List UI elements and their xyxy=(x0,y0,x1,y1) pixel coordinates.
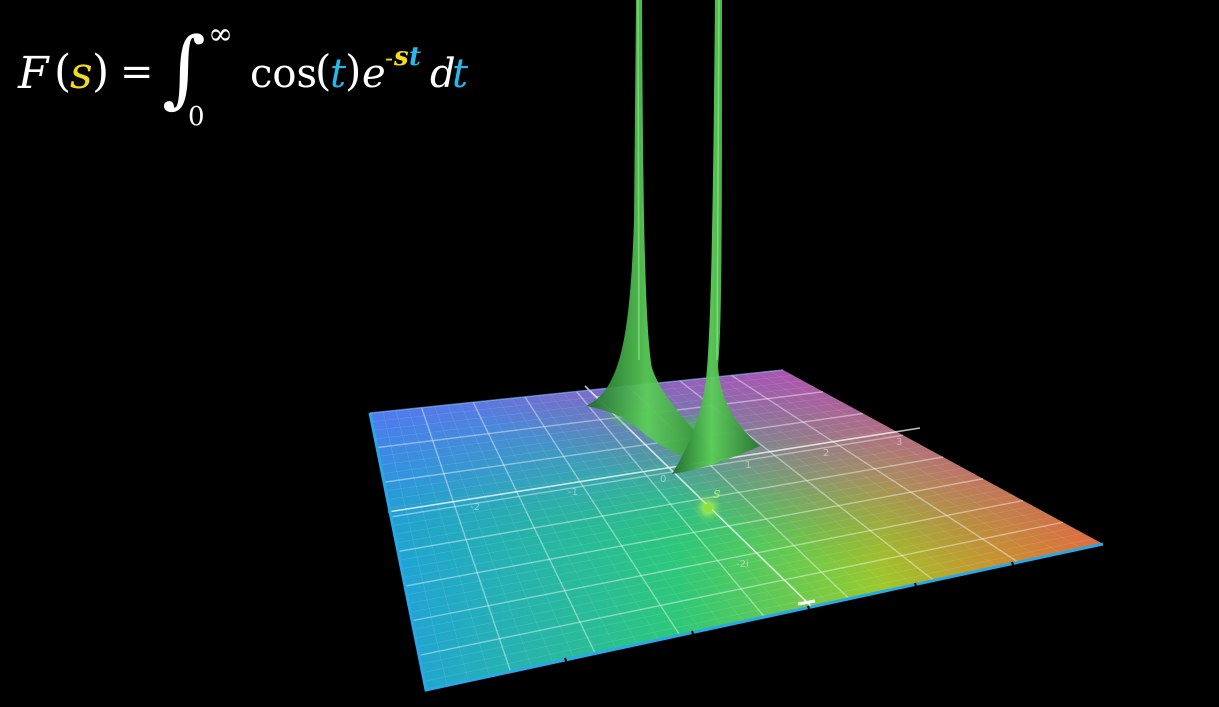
formula-cos-close-paren: ) xyxy=(345,46,362,95)
formula-cos: cos xyxy=(250,51,318,97)
tick-label-real-neg1: -1 xyxy=(568,487,578,498)
tick-label-real-0: 0 xyxy=(660,474,666,485)
s-point[interactable] xyxy=(703,503,713,513)
pole-spike-highlight-i xyxy=(637,0,640,361)
tick-label-real-neg2: -2 xyxy=(470,502,480,513)
s-point-label: s xyxy=(713,484,721,502)
formula-exp-t: t xyxy=(409,42,422,72)
tick-label-real-1: 1 xyxy=(745,460,751,471)
complex-plane-surface xyxy=(368,369,1104,692)
formula-exp-base: e xyxy=(362,51,386,97)
formula-cos-open-paren: ( xyxy=(315,46,332,95)
formula-exp-s: s xyxy=(394,42,409,72)
formula-equals: = xyxy=(120,49,154,95)
tick-label-real-2: 2 xyxy=(823,448,829,459)
formula-close-paren: ) xyxy=(92,46,110,97)
integral-upper-limit: ∞ xyxy=(208,17,233,52)
formula-dt-variable: t xyxy=(452,51,469,97)
formula-open-paren: ( xyxy=(54,46,72,97)
integral-sign: ∫ xyxy=(162,19,206,117)
formula-exp-minus: - xyxy=(385,44,394,72)
tick-label-real-3: 3 xyxy=(896,437,902,448)
formula-variable-s: s xyxy=(70,48,93,99)
formula-function-name: F xyxy=(18,48,49,99)
formula-variable-t: t xyxy=(330,51,347,97)
integral-lower-limit: 0 xyxy=(188,102,205,132)
tick-label-imag-neg2i: -2i xyxy=(736,559,749,570)
laplace-formula: F ( s ) = ∫ ∞ 0 cos ( t ) e - s t d t xyxy=(16,14,496,134)
